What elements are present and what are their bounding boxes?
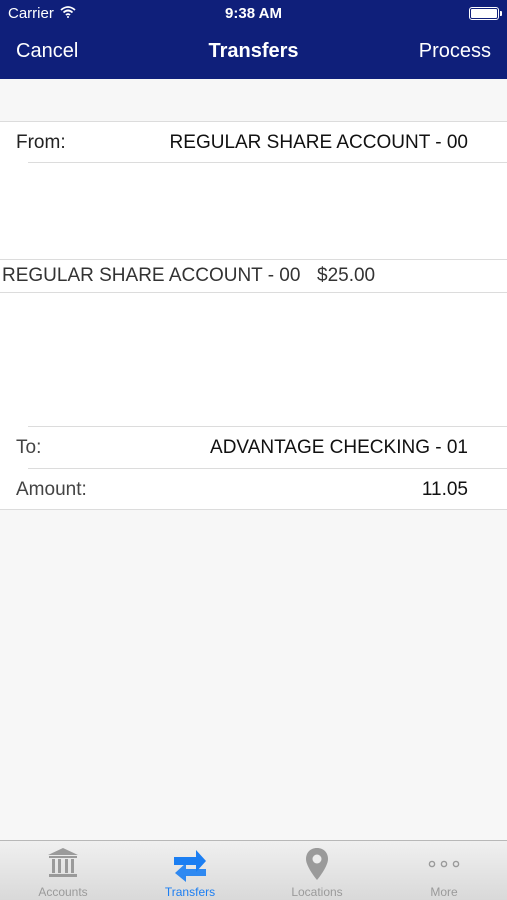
from-value: REGULAR SHARE ACCOUNT - 00 <box>169 132 468 153</box>
battery-icon <box>469 7 502 20</box>
map-pin-icon <box>306 848 328 880</box>
amount-row[interactable]: Amount: 11.05 <box>0 469 507 509</box>
tab-label: Locations <box>291 885 343 899</box>
picker-account: REGULAR SHARE ACCOUNT - 00 <box>2 265 301 286</box>
more-dots-icon <box>428 860 460 868</box>
picker-row[interactable]: REGULAR SHARE ACCOUNT - 00 $25.00 <box>0 260 507 292</box>
to-value: ADVANTAGE CHECKING - 01 <box>210 437 468 458</box>
tab-transfers[interactable]: Transfers <box>127 841 253 900</box>
transfer-arrows-icon <box>174 850 206 882</box>
from-row[interactable]: From: REGULAR SHARE ACCOUNT - 00 <box>0 122 507 163</box>
from-label: From: <box>16 132 66 153</box>
process-button[interactable]: Process <box>419 40 491 63</box>
amount-value[interactable]: 11.05 <box>422 479 468 501</box>
tab-label: Accounts <box>38 885 88 899</box>
status-bar: Carrier 9:38 AM <box>0 0 507 28</box>
picker-balance: $25.00 <box>317 265 376 286</box>
tab-locations[interactable]: Locations <box>254 841 380 900</box>
to-label: To: <box>16 437 42 458</box>
tab-label: Transfers <box>164 885 216 899</box>
tab-accounts[interactable]: Accounts <box>0 841 126 900</box>
tab-label: More <box>430 885 458 899</box>
status-time: 9:38 AM <box>225 5 282 22</box>
tab-more[interactable]: More <box>381 841 507 900</box>
tab-bar: Accounts Transfers Locations More <box>0 840 507 900</box>
amount-label: Amount: <box>16 479 87 500</box>
header: Carrier 9:38 AM Cancel Transfers Process <box>0 0 507 79</box>
to-row[interactable]: To: ADVANTAGE CHECKING - 01 <box>0 427 507 468</box>
divider <box>28 162 507 163</box>
bank-icon <box>48 848 78 877</box>
divider <box>0 509 507 510</box>
